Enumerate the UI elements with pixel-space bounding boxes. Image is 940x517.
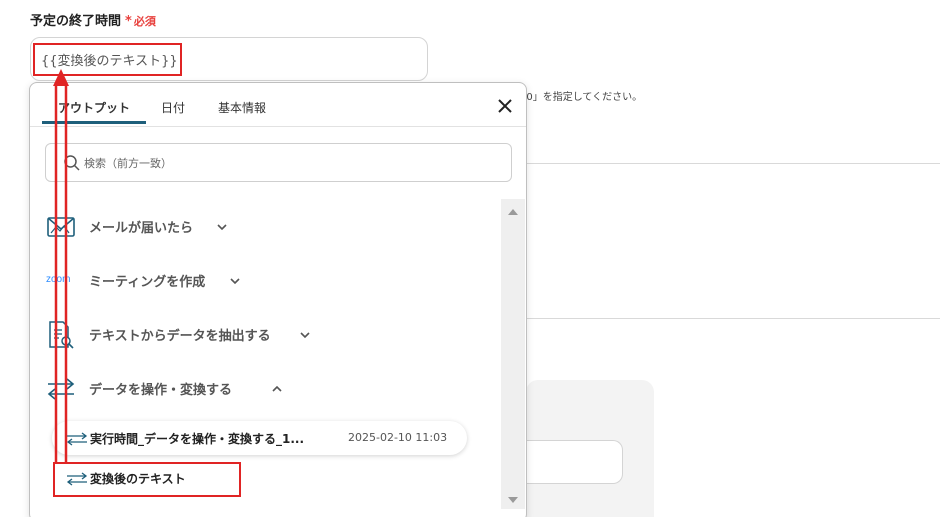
output-item-label: 実行時間_データを操作・変換する_1...	[90, 432, 305, 446]
required-badge: 必須	[133, 15, 156, 28]
search-input[interactable]: 検索（前方一致）	[45, 143, 512, 182]
output-item-execution-time[interactable]: 実行時間_データを操作・変換する_1... 2025-02-10 11:03	[52, 421, 467, 455]
active-tab-indicator	[42, 121, 146, 124]
divider	[527, 163, 940, 164]
swap-arrows-icon	[47, 378, 75, 400]
field-label-text: 予定の終了時間	[30, 14, 122, 29]
section-label: テキストからデータを抽出する	[89, 329, 271, 344]
divider	[527, 318, 940, 319]
scroll-up-arrow-icon[interactable]	[508, 209, 518, 215]
chevron-up-icon	[272, 385, 282, 392]
mail-icon	[47, 217, 75, 237]
search-icon	[64, 155, 80, 171]
section-label: メールが届いたら	[89, 221, 194, 236]
output-item-timestamp: 2025-02-10 11:03	[348, 431, 448, 444]
zoom-logo: zoom	[45, 265, 77, 297]
search-placeholder: 検索（前方一致）	[84, 157, 172, 170]
section-label: ミーティングを作成	[89, 275, 206, 290]
section-mail-received[interactable]: メールが届いたら	[45, 211, 265, 245]
scrollbar[interactable]	[501, 199, 525, 509]
chevron-down-icon	[300, 332, 310, 339]
annotation-highlight-input	[33, 43, 182, 76]
background-input[interactable]	[526, 440, 623, 484]
field-label: 予定の終了時間 * 必須	[30, 10, 156, 29]
section-label: データを操作・変換する	[89, 383, 233, 398]
field-hint: 00」を指定してください。	[520, 92, 643, 103]
variable-picker-dropdown: アウトプット 日付 基本情報 検索（前方一致） メールが届いたら zoom ミー…	[29, 82, 527, 517]
tab-bar: アウトプット 日付 基本情報	[30, 83, 526, 127]
required-star: *	[125, 14, 132, 29]
tab-basic-info[interactable]: 基本情報	[218, 99, 266, 116]
section-create-meeting[interactable]: zoom ミーティングを作成	[45, 265, 285, 299]
section-transform-data[interactable]: データを操作・変換する	[45, 373, 305, 407]
document-search-icon	[49, 321, 74, 349]
scroll-down-arrow-icon[interactable]	[508, 497, 518, 503]
zoom-logo-text: zoom	[46, 274, 71, 285]
tab-output[interactable]: アウトプット	[58, 99, 130, 116]
close-icon	[498, 99, 512, 113]
swap-arrows-icon	[66, 432, 88, 446]
annotation-highlight-item	[53, 462, 241, 497]
chevron-down-icon	[217, 224, 227, 231]
chevron-down-icon	[230, 278, 240, 285]
tab-date[interactable]: 日付	[161, 99, 185, 116]
close-button[interactable]	[494, 95, 516, 117]
section-extract-data[interactable]: テキストからデータを抽出する	[45, 319, 345, 353]
